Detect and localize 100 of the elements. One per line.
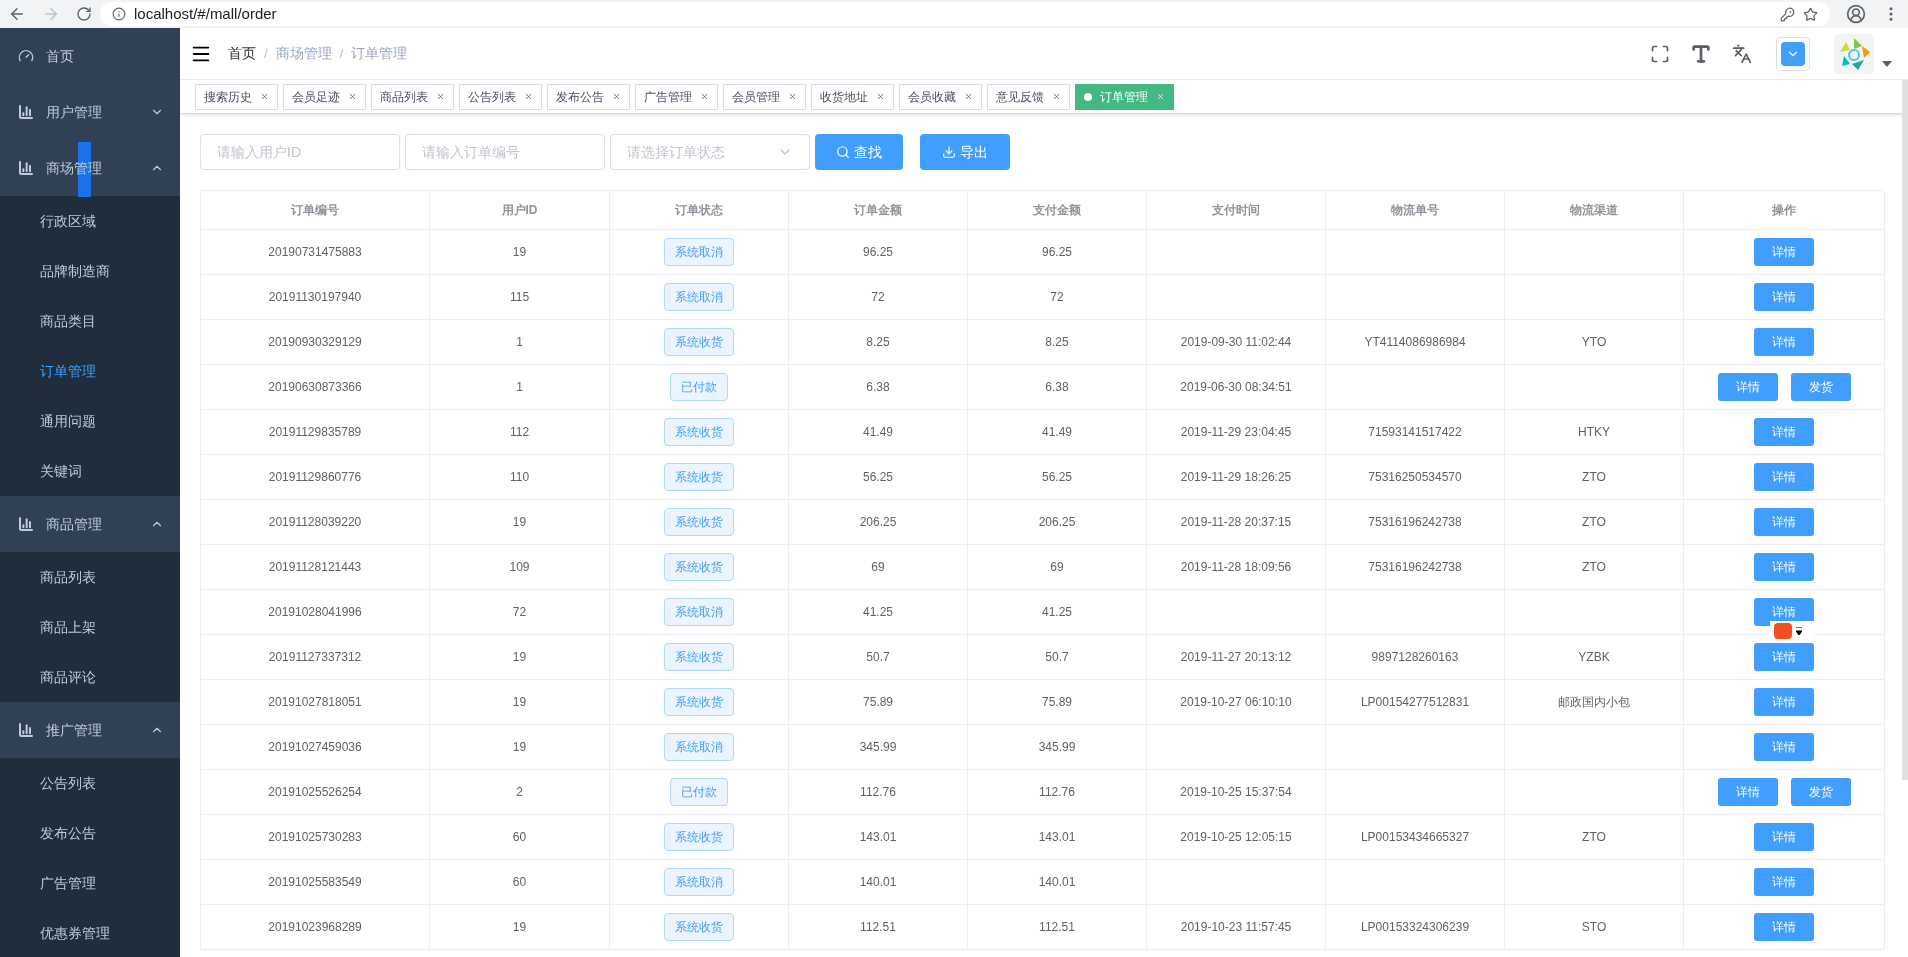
table-cell: ZTO: [1505, 545, 1684, 590]
table-cell: 112: [430, 410, 610, 455]
tab[interactable]: 公告列表: [459, 83, 542, 110]
table-cell: 112.51: [968, 905, 1147, 950]
table-cell: 72: [430, 590, 610, 635]
close-icon[interactable]: [964, 92, 973, 101]
reload-icon[interactable]: [76, 6, 92, 22]
table-cell: 41.25: [789, 590, 968, 635]
tab[interactable]: 商品列表: [371, 83, 454, 110]
submenu-item[interactable]: 品牌制造商: [0, 246, 180, 296]
table-cell: 邮政国内小包: [1505, 680, 1684, 725]
submenu-item[interactable]: 广告管理: [0, 858, 180, 908]
close-icon[interactable]: [260, 92, 269, 101]
tab[interactable]: 会员收藏: [899, 83, 982, 110]
table-cell: HTKY: [1505, 410, 1684, 455]
column-header: 用户ID: [430, 191, 610, 230]
status-tag: 系统取消: [664, 283, 734, 311]
ime-logo-icon: [1774, 623, 1792, 639]
table-cell: 69: [968, 545, 1147, 590]
table-cell: 19: [430, 905, 610, 950]
table-cell: 19: [430, 635, 610, 680]
table-cell: 8.25: [968, 320, 1147, 365]
table-cell: ZTO: [1505, 500, 1684, 545]
close-icon[interactable]: [1052, 92, 1061, 101]
close-icon[interactable]: [788, 92, 797, 101]
table-cell: 112.51: [789, 905, 968, 950]
close-icon[interactable]: [436, 92, 445, 101]
submenu-item[interactable]: 优惠券管理: [0, 908, 180, 957]
logo-icon: [1834, 33, 1874, 74]
table-cell: 20191129860776: [201, 455, 430, 500]
tab[interactable]: 收货地址: [811, 83, 894, 110]
table-cell: 20191023968289: [201, 905, 430, 950]
table-cell: 41.49: [789, 410, 968, 455]
submenu-item[interactable]: 发布公告: [0, 808, 180, 858]
submenu-item[interactable]: 通用问题: [0, 396, 180, 446]
sidebar-item[interactable]: 推广管理: [0, 702, 180, 758]
tab[interactable]: 搜索历史: [195, 83, 278, 110]
table-cell: LP00153324306239: [1326, 905, 1505, 950]
submenu-item[interactable]: 商品评论: [0, 652, 180, 702]
fullscreen-icon[interactable]: [1650, 43, 1670, 64]
back-icon[interactable]: [8, 5, 26, 23]
status-tag: 系统收货: [664, 508, 734, 536]
table-cell: ZTO: [1505, 455, 1684, 500]
submenu-item[interactable]: 公告列表: [0, 758, 180, 808]
text-size-icon[interactable]: [1690, 42, 1712, 65]
theme-picker[interactable]: [1776, 36, 1810, 71]
info-icon: [112, 7, 126, 21]
close-icon[interactable]: [612, 92, 621, 101]
close-icon[interactable]: [524, 92, 533, 101]
table-cell: 2019-10-27 06:10:10: [1147, 680, 1326, 725]
close-icon[interactable]: [700, 92, 709, 101]
column-header: 物流渠道: [1505, 191, 1684, 230]
key-icon[interactable]: [1780, 6, 1795, 22]
sidebar-item[interactable]: 首页: [0, 28, 180, 84]
caret-icon[interactable]: [1882, 60, 1892, 67]
submenu-item[interactable]: 关键词: [0, 446, 180, 496]
tab[interactable]: 广告管理: [635, 83, 718, 110]
table-cell: 143.01: [789, 815, 968, 860]
table-cell: 2019-11-29 18:26:25: [1147, 455, 1326, 500]
sidebar-item[interactable]: 用户管理: [0, 84, 180, 140]
tab[interactable]: 发布公告: [547, 83, 630, 110]
table-cell: 20190731475883: [201, 230, 430, 275]
table-cell: 60: [430, 815, 610, 860]
table-cell: 96.25: [789, 230, 968, 275]
tab[interactable]: 会员足迹: [283, 83, 366, 110]
submenu-item[interactable]: 商品上架: [0, 602, 180, 652]
star-icon[interactable]: [1803, 6, 1818, 22]
account-icon[interactable]: [1846, 4, 1866, 24]
table-cell: 56.25: [968, 455, 1147, 500]
table-cell: 41.49: [968, 410, 1147, 455]
table-cell: YZBK: [1505, 635, 1684, 680]
table-cell: 2019-11-27 20:13:12: [1147, 635, 1326, 680]
chart-icon: [18, 160, 34, 176]
table-cell: 75316196242738: [1326, 545, 1505, 590]
table-cell: STO: [1505, 905, 1684, 950]
sidebar-item[interactable]: 商品管理: [0, 496, 180, 552]
status-tag: 系统收货: [664, 328, 734, 356]
order-number-field[interactable]: 请输入订单编号: [405, 134, 605, 170]
close-icon[interactable]: [876, 92, 885, 101]
column-header: 订单状态: [610, 191, 789, 230]
submenu-item[interactable]: 商品类目: [0, 296, 180, 346]
table-cell: 2: [430, 770, 610, 815]
close-icon[interactable]: [348, 92, 357, 101]
table-cell: 19: [430, 680, 610, 725]
table-cell: 206.25: [968, 500, 1147, 545]
user-id-field[interactable]: 请输入用户ID: [200, 134, 400, 170]
download-icon: [942, 145, 956, 159]
address-bar[interactable]: localhost/#/mall/order: [100, 2, 1830, 26]
table-cell: 60: [430, 860, 610, 905]
translate-icon[interactable]: [1732, 43, 1752, 64]
column-header: 支付时间: [1147, 191, 1326, 230]
table-cell: 20191128039220: [201, 500, 430, 545]
tab[interactable]: 意见反馈: [987, 83, 1070, 110]
submenu-item[interactable]: 订单管理: [0, 346, 180, 396]
submenu-item[interactable]: 行政区域: [0, 196, 180, 246]
breadcrumb-item[interactable]: 首页: [228, 43, 256, 64]
table-cell: 1: [430, 365, 610, 410]
submenu-item[interactable]: 商品列表: [0, 552, 180, 602]
status-tag: 系统收货: [664, 463, 734, 491]
tab[interactable]: 会员管理: [723, 83, 806, 110]
